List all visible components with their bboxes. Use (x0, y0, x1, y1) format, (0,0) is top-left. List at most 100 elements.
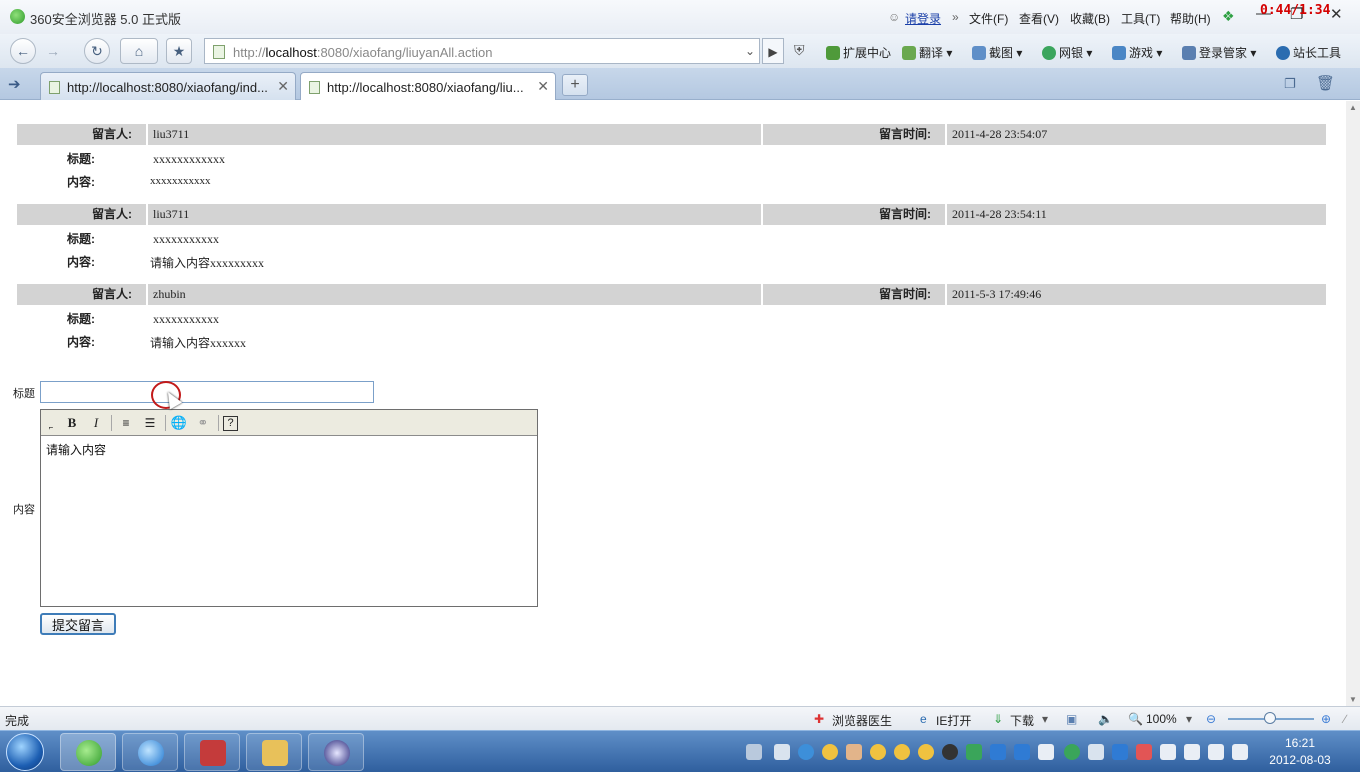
zoom-in-icon[interactable]: ⊕ (1321, 712, 1331, 726)
avatar-icon[interactable] (846, 744, 862, 760)
qq-icon[interactable] (870, 744, 886, 760)
tray-app-icon[interactable] (1088, 744, 1104, 760)
download-button[interactable]: 下载 (1010, 712, 1034, 729)
close-window-button[interactable]: ✕ (1330, 5, 1343, 23)
tab-liuyan[interactable]: http://localhost:8080/xiaofang/liu... ✕ (300, 72, 556, 100)
translate-button[interactable]: 翻译 ▾ (902, 44, 952, 61)
time-value: 2011-4-28 23:54:07 (947, 124, 1326, 145)
start-button[interactable] (6, 733, 44, 771)
url-host: localhost (265, 45, 317, 60)
screenshot-label: 截图 (989, 46, 1014, 60)
webmaster-tools-button[interactable]: 站长工具 (1276, 44, 1341, 61)
system-clock[interactable]: 16:21 2012-08-03 (1262, 735, 1338, 769)
author-value: liu3711 (148, 204, 761, 225)
speaker-icon[interactable]: 🔈 (1098, 712, 1113, 726)
forward-button[interactable]: → (40, 38, 66, 64)
tray-app-icon[interactable] (990, 744, 1006, 760)
time-value: 2011-4-28 23:54:11 (947, 204, 1326, 225)
tab-index[interactable]: http://localhost:8080/xiaofang/ind... ✕ (40, 72, 296, 100)
zoom-dropdown-icon[interactable]: ▾ (1186, 712, 1192, 726)
skin-shirt-icon[interactable]: ❖ (1222, 8, 1235, 25)
download-dropdown-icon[interactable]: ▾ (1042, 712, 1048, 726)
italic-button[interactable]: I (87, 414, 105, 432)
menu-favorites[interactable]: 收藏(B) (1070, 10, 1110, 27)
zoom-level[interactable]: 100% (1146, 712, 1177, 726)
address-url[interactable]: http://localhost:8080/xiaofang/liuyanAll… (233, 45, 492, 60)
scroll-down-icon[interactable]: ▼ (1349, 695, 1357, 704)
sidebar-toggle-icon[interactable]: ➔ (8, 75, 21, 93)
login-manager-button[interactable]: 登录管家 ▾ (1182, 44, 1256, 61)
insert-link-icon[interactable]: 🌐 (170, 414, 188, 432)
qq-icon[interactable] (942, 744, 958, 760)
taskbar-eclipse[interactable] (308, 733, 364, 771)
tray-app-icon[interactable] (774, 744, 790, 760)
shield-icon[interactable]: ⛨ (794, 42, 805, 59)
rich-text-editor[interactable]: ⌐ B I ≡ ☰ 🌐 ⚭ ? 请输入内容 (40, 409, 538, 607)
ordered-list-icon[interactable]: ≡ (117, 414, 135, 432)
tab-list-icon[interactable]: ❐ (1284, 76, 1296, 92)
window-mode-icon[interactable]: ▣ (1066, 712, 1077, 726)
network-icon[interactable] (1208, 744, 1224, 760)
login-link[interactable]: 请登录 (905, 10, 941, 27)
title-input[interactable] (40, 381, 374, 403)
tab-label: http://localhost:8080/xiaofang/ind... (67, 80, 268, 95)
window-title: 360安全浏览器 5.0 正式版 (30, 12, 181, 27)
shield-tray-icon[interactable] (1014, 744, 1030, 760)
vertical-scrollbar[interactable]: ▲ ▼ (1346, 101, 1360, 706)
zoom-slider-knob[interactable] (1264, 712, 1276, 724)
bold-button[interactable]: B (63, 414, 81, 432)
zoom-out-icon[interactable]: ⊖ (1206, 712, 1216, 726)
editor-body-text[interactable]: 请输入内容 (46, 441, 106, 458)
clock-time: 16:21 (1284, 736, 1316, 750)
author-value: liu3711 (148, 124, 761, 145)
menu-file[interactable]: 文件(F) (969, 10, 1008, 27)
unordered-list-icon[interactable]: ☰ (141, 414, 159, 432)
help-button[interactable]: ? (223, 416, 238, 431)
volume-icon[interactable] (1232, 744, 1248, 760)
new-tab-button[interactable]: + (562, 74, 588, 96)
browser-360-tray-icon[interactable] (1064, 744, 1080, 760)
back-button[interactable]: ← (10, 38, 36, 64)
content-label: 内容: (67, 255, 95, 269)
tray-app-icon[interactable] (1184, 744, 1200, 760)
menu-view[interactable]: 查看(V) (1019, 10, 1059, 27)
menu-tools[interactable]: 工具(T) (1121, 10, 1160, 27)
tray-app-icon[interactable] (966, 744, 982, 760)
home-button[interactable]: ⌂ (120, 38, 158, 64)
remove-link-icon[interactable]: ⚭ (194, 414, 212, 432)
resize-grip-icon[interactable]: ∕ (1344, 712, 1346, 726)
ie-open-button[interactable]: IE打开 (936, 712, 971, 729)
screenshot-button[interactable]: 截图 ▾ (972, 44, 1022, 61)
games-button[interactable]: 游戏 ▾ (1112, 44, 1162, 61)
favorite-star-button[interactable]: ★ (166, 38, 192, 64)
taskbar-toolbox[interactable] (184, 733, 240, 771)
menu-help[interactable]: 帮助(H) (1170, 10, 1211, 27)
trash-icon[interactable]: 🗑 (1316, 74, 1335, 92)
qq-icon[interactable] (822, 744, 838, 760)
address-bar[interactable]: http://localhost:8080/xiaofang/liuyanAll… (204, 38, 760, 64)
author-value: zhubin (148, 284, 761, 305)
scroll-up-icon[interactable]: ▲ (1349, 103, 1357, 112)
tray-app-icon[interactable] (798, 744, 814, 760)
taskbar-360-browser[interactable] (60, 733, 116, 771)
double-chevron-icon: » (952, 10, 959, 24)
address-dropdown-chevron-icon[interactable]: ⌄ (740, 38, 760, 64)
go-button[interactable]: ▶ (762, 38, 784, 64)
keyboard-icon[interactable] (746, 744, 762, 760)
flag-icon[interactable] (1160, 744, 1176, 760)
tab-close-icon[interactable]: ✕ (277, 78, 289, 95)
submit-message-button[interactable]: 提交留言 (40, 613, 116, 635)
extensions-button[interactable]: 扩展中心 (826, 44, 891, 61)
taskbar-ie[interactable] (122, 733, 178, 771)
tray-app-icon[interactable] (1112, 744, 1128, 760)
netbank-button[interactable]: 网银 ▾ (1042, 44, 1092, 61)
qq-icon[interactable] (894, 744, 910, 760)
taskbar-explorer[interactable] (246, 733, 302, 771)
tab-close-icon[interactable]: ✕ (537, 78, 549, 95)
windows-taskbar: 16:21 2012-08-03 (0, 730, 1360, 772)
browser-doctor-button[interactable]: 浏览器医生 (832, 712, 892, 729)
tray-app-icon[interactable] (1136, 744, 1152, 760)
notes-icon[interactable] (1038, 744, 1054, 760)
refresh-button[interactable]: ↻ (84, 38, 110, 64)
qq-icon[interactable] (918, 744, 934, 760)
